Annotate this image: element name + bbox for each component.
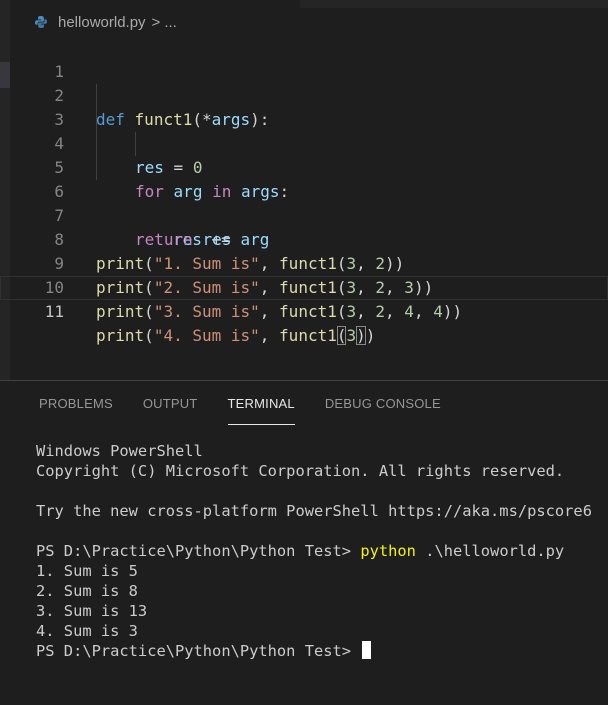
editor[interactable]: helloworld.py > ... 1 2 def funct1(*args… <box>0 0 608 380</box>
tab-bar-edge <box>300 0 608 8</box>
terminal[interactable]: Windows PowerShell Copyright (C) Microso… <box>36 441 608 661</box>
indent-guide <box>135 132 136 156</box>
number: 3 <box>346 326 357 345</box>
breadcrumb-more[interactable]: ... <box>164 14 177 31</box>
code-text: print("3. Sum is", funct1(3, 2, 4, 4)) <box>96 300 462 324</box>
indent-guide <box>96 84 97 108</box>
breadcrumb-separator: > <box>151 13 161 31</box>
number: 3 <box>346 302 357 321</box>
punctuation: , <box>259 326 280 345</box>
terminal-cursor <box>362 641 372 659</box>
terminal-command-line: PS D:\Practice\Python\Python Test> pytho… <box>36 541 608 561</box>
code-line: 5 res += arg <box>0 132 608 249</box>
code-line: 8 print("1. Sum is", funct1(3, 2)) <box>0 204 608 273</box>
punctuation: )) <box>442 302 463 321</box>
terminal-prompt: PS D:\Practice\Python\Python Test> <box>36 642 361 660</box>
code-line: 4 for arg in args: <box>0 108 608 201</box>
terminal-output-line: 3. Sum is 13 <box>36 602 148 620</box>
code-line: 9 print("2. Sum is", funct1(3, 2, 3)) <box>0 228 608 297</box>
indent-guide <box>96 132 97 156</box>
terminal-output-line: 2. Sum is 8 <box>36 582 138 600</box>
line-number: 11 <box>44 302 64 321</box>
tab-terminal[interactable]: TERMINAL <box>213 391 310 425</box>
punctuation: ( <box>144 302 154 321</box>
current-code-line: 11 print("4. Sum is", funct1(3)) <box>0 276 608 345</box>
code-line: 3 res = 0 <box>0 84 608 177</box>
code-line: 2 def funct1(*args): <box>0 60 608 129</box>
tab-problems[interactable]: PROBLEMS <box>24 391 128 425</box>
string: "3. Sum is" <box>153 302 260 321</box>
terminal-command-args: .\helloworld.py <box>415 542 565 560</box>
string: "4. Sum is" <box>153 326 260 345</box>
code-line: 6 return res <box>0 156 608 249</box>
punctuation: ) <box>365 326 376 345</box>
punctuation: , <box>385 302 405 321</box>
indent-guide <box>96 108 97 132</box>
function-name: funct1 <box>279 302 337 321</box>
indent-guide <box>96 156 97 180</box>
terminal-prompt: PS D:\Practice\Python\Python Test> <box>36 542 361 560</box>
number: 4 <box>433 302 443 321</box>
terminal-prompt-line[interactable]: PS D:\Practice\Python\Python Test> <box>36 641 608 661</box>
punctuation: , <box>356 302 376 321</box>
punctuation: , <box>413 302 434 321</box>
terminal-output-line: 1. Sum is 5 <box>36 562 138 580</box>
panel-tabs: PROBLEMS OUTPUT TERMINAL DEBUG CONSOLE <box>24 391 456 425</box>
number: 4 <box>404 302 414 321</box>
terminal-command: python <box>360 542 416 560</box>
function-name: print <box>96 326 145 345</box>
number: 2 <box>375 302 386 321</box>
matched-bracket: ) <box>356 326 366 345</box>
terminal-line: Try the new cross-platform PowerShell ht… <box>36 502 592 520</box>
function-name: funct1 <box>279 326 337 345</box>
code-line: 10 print("3. Sum is", funct1(3, 2, 4, 4)… <box>0 252 608 321</box>
bottom-panel: PROBLEMS OUTPUT TERMINAL DEBUG CONSOLE W… <box>0 380 608 705</box>
tab-debug-console[interactable]: DEBUG CONSOLE <box>310 391 456 425</box>
terminal-line: Windows PowerShell <box>36 442 203 460</box>
tab-output[interactable]: OUTPUT <box>128 391 213 425</box>
code-line: 7 <box>0 180 608 225</box>
terminal-output-line: 4. Sum is 3 <box>36 622 138 640</box>
python-file-icon <box>34 15 48 29</box>
breadcrumb: helloworld.py > ... <box>34 11 177 33</box>
breadcrumb-file[interactable]: helloworld.py <box>58 14 146 31</box>
function-name: print <box>96 302 145 321</box>
terminal-line: Copyright (C) Microsoft Corporation. All… <box>36 462 565 480</box>
code-line: 1 <box>0 36 608 81</box>
punctuation: , <box>259 302 280 321</box>
punctuation: ( <box>144 326 154 345</box>
code-text: print("4. Sum is", funct1(3)) <box>96 324 375 348</box>
code-area[interactable]: 1 2 def funct1(*args): 3 res = 0 4 for a… <box>0 36 608 345</box>
